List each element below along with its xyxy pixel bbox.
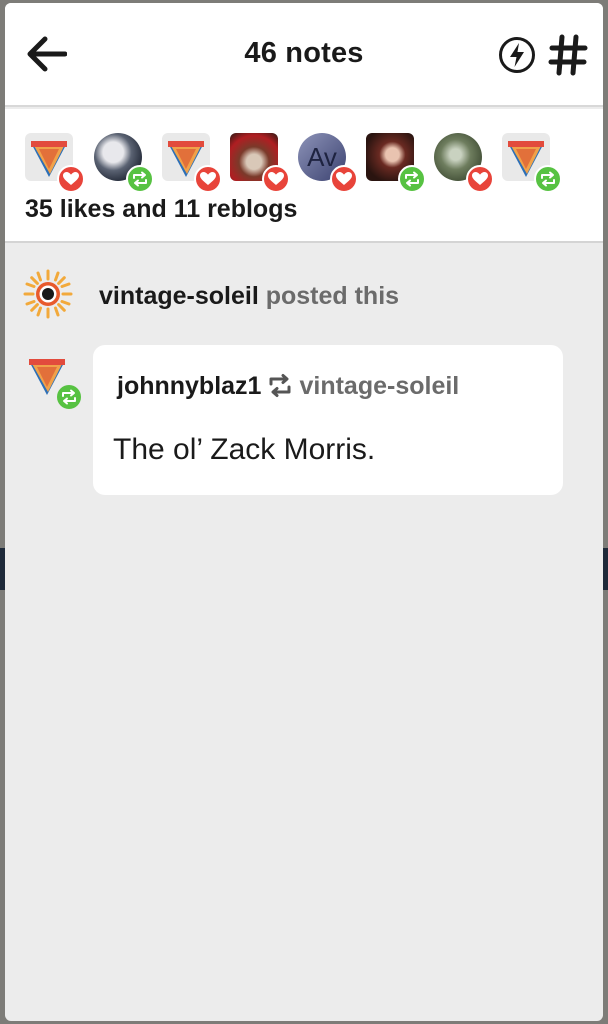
heart-icon [472,172,488,185]
avatar[interactable] [162,133,222,193]
original-post-note: vintage-soleil posted this [23,269,583,321]
tags-button[interactable] [547,33,589,77]
like-badge [194,165,222,193]
reblog-badge [398,165,426,193]
like-badge [262,165,290,193]
notes-panel: 46 notes Av 35 likes and 11 reblogs vint… [5,3,603,1021]
avatar[interactable]: Av [298,133,358,193]
activity-button[interactable] [497,35,537,75]
avatar[interactable] [23,269,73,319]
reblog-comment: The ol’ Zack Morris. [113,433,376,466]
avatar[interactable] [366,133,426,193]
reblog-source-username[interactable]: vintage-soleil [299,372,459,401]
poster-username[interactable]: vintage-soleil [99,282,259,310]
reblog-bubble: johnnyblaz1 vintage-soleil The ol’ Zack … [93,345,563,495]
notes-summary: Av 35 likes and 11 reblogs [5,109,603,243]
heart-icon [268,172,284,185]
reblog-icon [541,171,555,187]
bolt-circle-icon [499,37,535,73]
avatar-strip: Av [25,129,585,193]
reblogger-username[interactable]: johnnyblaz1 [117,372,261,401]
like-badge [57,165,85,193]
reblog-icon [405,171,419,187]
avatar[interactable] [230,133,290,193]
reblog-icon [133,171,147,187]
avatar[interactable] [94,133,154,193]
heart-icon [63,172,79,185]
reblog-badge [126,165,154,193]
like-badge [330,165,358,193]
reblog-note: johnnyblaz1 vintage-soleil The ol’ Zack … [23,343,583,503]
notes-count-text: 35 likes and 11 reblogs [25,195,298,223]
avatar[interactable] [25,133,85,193]
avatar-initials: Av [307,141,337,172]
avatar[interactable] [502,133,562,193]
reblog-icon [62,389,76,405]
avatar[interactable] [434,133,494,193]
posted-this-label: posted this [265,282,400,310]
heart-icon [336,172,352,185]
sun-avatar-icon [23,269,73,319]
like-badge [466,165,494,193]
reblog-badge [534,165,562,193]
notes-header: 46 notes [5,3,603,107]
reblog-badge [55,383,83,411]
heart-icon [200,172,216,185]
hashtag-icon [548,34,588,76]
avatar[interactable] [23,351,83,411]
reblog-icon [269,374,291,397]
